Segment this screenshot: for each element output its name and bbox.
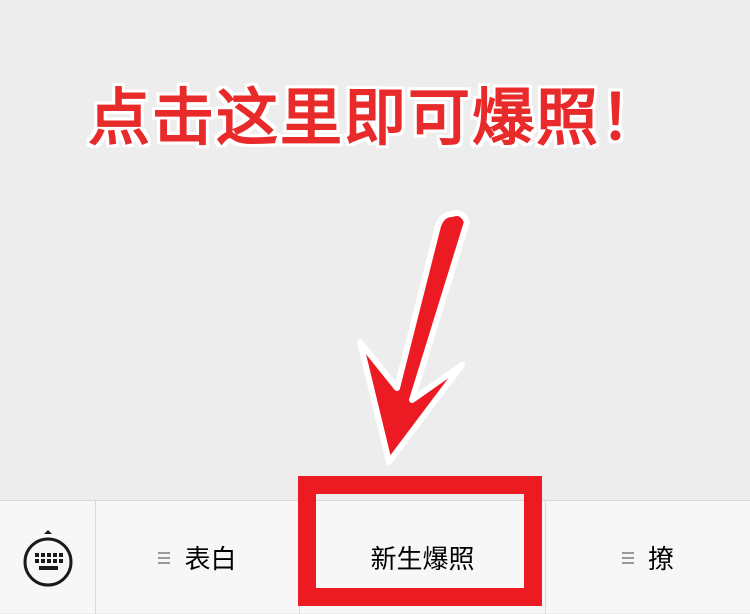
menu-item-label: 撩 [647,545,674,575]
keyboard-toggle-button[interactable] [0,501,96,614]
menu-item-flirt[interactable]: 撩 [546,501,750,614]
chat-screen: 点击这里即可爆照！ 表白 新生爆照 撩 [0,0,750,614]
menu-item-confession[interactable]: 表白 [96,501,300,614]
menu-item-label: 表白 [184,545,237,575]
annotation-caption: 点击这里即可爆照！ [88,81,665,154]
keyboard-icon [23,529,72,586]
menu-item-freshman-photo[interactable]: 新生爆照 [300,501,546,614]
menu-lines-icon [158,551,171,565]
menu-item-label: 新生爆照 [370,545,475,575]
menu-lines-icon [621,551,634,565]
official-account-menu-bar: 表白 新生爆照 撩 [0,500,750,614]
